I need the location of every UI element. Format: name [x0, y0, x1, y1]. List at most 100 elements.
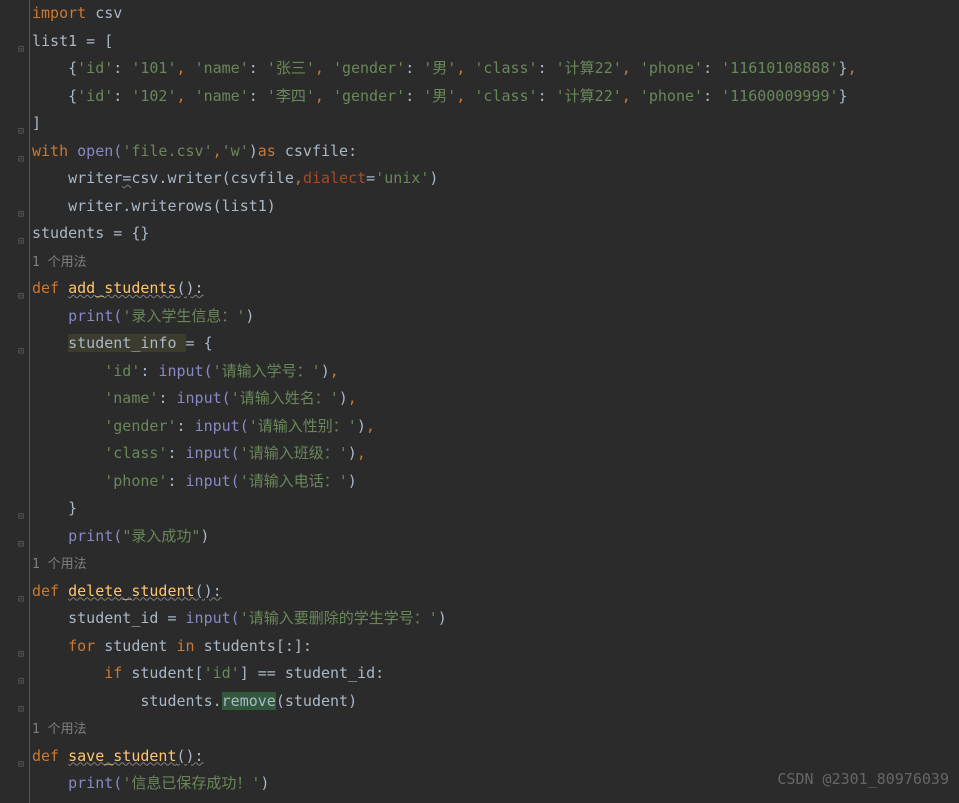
token: input( — [195, 417, 249, 435]
code-line[interactable]: def add_students(): — [32, 275, 959, 303]
token: 'phone' — [640, 87, 703, 105]
token: ] — [32, 114, 41, 132]
token: student_id = — [68, 609, 185, 627]
code-line[interactable]: print("录入成功") — [32, 523, 959, 551]
fold-icon[interactable]: ⊟ — [18, 751, 24, 779]
code-line[interactable]: 'id': input('请输入学号：'), — [32, 358, 959, 386]
code-line[interactable]: if student['id'] == student_id: — [32, 660, 959, 688]
code-line[interactable]: students = {} — [32, 220, 959, 248]
token: def — [32, 279, 68, 297]
token: 'gender' — [333, 87, 405, 105]
code-line[interactable]: 1 个用法 — [32, 248, 959, 276]
fold-icon[interactable]: ⊟ — [18, 338, 24, 366]
watermark: CSDN @2301_80976039 — [777, 766, 949, 794]
token: ) — [429, 169, 438, 187]
token: add_students — [68, 279, 176, 297]
token: csvfile: — [285, 142, 357, 160]
token: : — [249, 59, 267, 77]
code-line[interactable]: 'name': input('请输入姓名：'), — [32, 385, 959, 413]
code-line[interactable]: writer=csv.writer(csvfile,dialect='unix'… — [32, 165, 959, 193]
code-line[interactable]: 1 个用法 — [32, 715, 959, 743]
token: as — [258, 142, 285, 160]
token: 1 个用法 — [32, 557, 87, 572]
token: '请输入性别：' — [249, 417, 357, 435]
code-line[interactable]: {'id': '102', 'name': '李四', 'gender': '男… — [32, 83, 959, 111]
code-line[interactable]: {'id': '101', 'name': '张三', 'gender': '男… — [32, 55, 959, 83]
token: 'id' — [204, 664, 240, 682]
token: , — [315, 87, 333, 105]
code-line[interactable]: list1 = [ — [32, 28, 959, 56]
token: ) — [260, 774, 269, 792]
token: 'file.csv' — [122, 142, 212, 160]
token: '11610108888' — [721, 59, 838, 77]
fold-icon[interactable]: ⊟ — [18, 696, 24, 724]
token: 'gender' — [333, 59, 405, 77]
token: : — [703, 87, 721, 105]
fold-icon[interactable]: ⊟ — [18, 668, 24, 696]
code-line[interactable]: ] — [32, 110, 959, 138]
token: student — [104, 637, 176, 655]
token: '102' — [131, 87, 176, 105]
token: delete_student — [68, 582, 194, 600]
fold-icon[interactable]: ⊟ — [18, 228, 24, 256]
code-line[interactable]: with open('file.csv','w')as csvfile: — [32, 138, 959, 166]
code-line[interactable]: def delete_student(): — [32, 578, 959, 606]
code-line[interactable]: 'phone': input('请输入电话：') — [32, 468, 959, 496]
code-line[interactable]: 1 个用法 — [32, 550, 959, 578]
token: : — [177, 417, 195, 435]
fold-icon[interactable]: ⊟ — [18, 36, 24, 64]
fold-icon[interactable]: ⊟ — [18, 201, 24, 229]
code-editor[interactable]: ⊟⊟⊟⊟⊟⊟⊟⊟⊟⊟⊟⊟⊟⊟ import csvlist1 = [ {'id'… — [0, 0, 959, 803]
code-line[interactable]: for student in students[:]: — [32, 633, 959, 661]
token: } — [839, 87, 848, 105]
code-area[interactable]: import csvlist1 = [ {'id': '101', 'name'… — [30, 0, 959, 803]
token: (): — [177, 279, 204, 297]
token: 'name' — [195, 59, 249, 77]
token: : — [113, 87, 131, 105]
token: ) — [348, 444, 357, 462]
fold-icon[interactable]: ⊟ — [18, 531, 24, 559]
token: 'class' — [104, 444, 167, 462]
token: save_student — [68, 747, 176, 765]
code-line[interactable]: student_info = { — [32, 330, 959, 358]
code-line[interactable]: 'class': input('请输入班级：'), — [32, 440, 959, 468]
token: : — [167, 472, 185, 490]
token: = — [122, 169, 131, 187]
code-line[interactable]: student_id = input('请输入要删除的学生学号：') — [32, 605, 959, 633]
code-line[interactable]: students.remove(student) — [32, 688, 959, 716]
token: , — [848, 59, 857, 77]
code-line[interactable]: print('录入学生信息：') — [32, 303, 959, 331]
token: ) — [438, 609, 447, 627]
fold-icon[interactable]: ⊟ — [18, 641, 24, 669]
token: csv.writer(csvfile — [131, 169, 294, 187]
token: '计算22' — [556, 59, 622, 77]
code-line[interactable]: } — [32, 495, 959, 523]
fold-icon[interactable]: ⊟ — [18, 586, 24, 614]
token: 'id' — [104, 362, 140, 380]
token: , — [622, 87, 640, 105]
code-line[interactable]: 'gender': input('请输入性别：'), — [32, 413, 959, 441]
token: students. — [140, 692, 221, 710]
code-line[interactable]: writer.writerows(list1) — [32, 193, 959, 221]
token: '请输入要删除的学生学号：' — [240, 609, 438, 627]
token: : — [167, 444, 185, 462]
token: (): — [195, 582, 222, 600]
token: print( — [68, 774, 122, 792]
token: import — [32, 4, 95, 22]
token: { — [68, 87, 77, 105]
fold-icon[interactable]: ⊟ — [18, 503, 24, 531]
fold-icon[interactable]: ⊟ — [18, 146, 24, 174]
token: (student) — [276, 692, 357, 710]
token: : — [405, 87, 423, 105]
token: ) — [321, 362, 330, 380]
token: 'class' — [474, 87, 537, 105]
fold-icon[interactable]: ⊟ — [18, 118, 24, 146]
token: = { — [186, 334, 213, 352]
code-line[interactable]: import csv — [32, 0, 959, 28]
token: '请输入班级：' — [240, 444, 348, 462]
token: { — [68, 59, 77, 77]
token: input( — [177, 389, 231, 407]
token: if — [104, 664, 131, 682]
token: 'id' — [77, 59, 113, 77]
fold-icon[interactable]: ⊟ — [18, 283, 24, 311]
